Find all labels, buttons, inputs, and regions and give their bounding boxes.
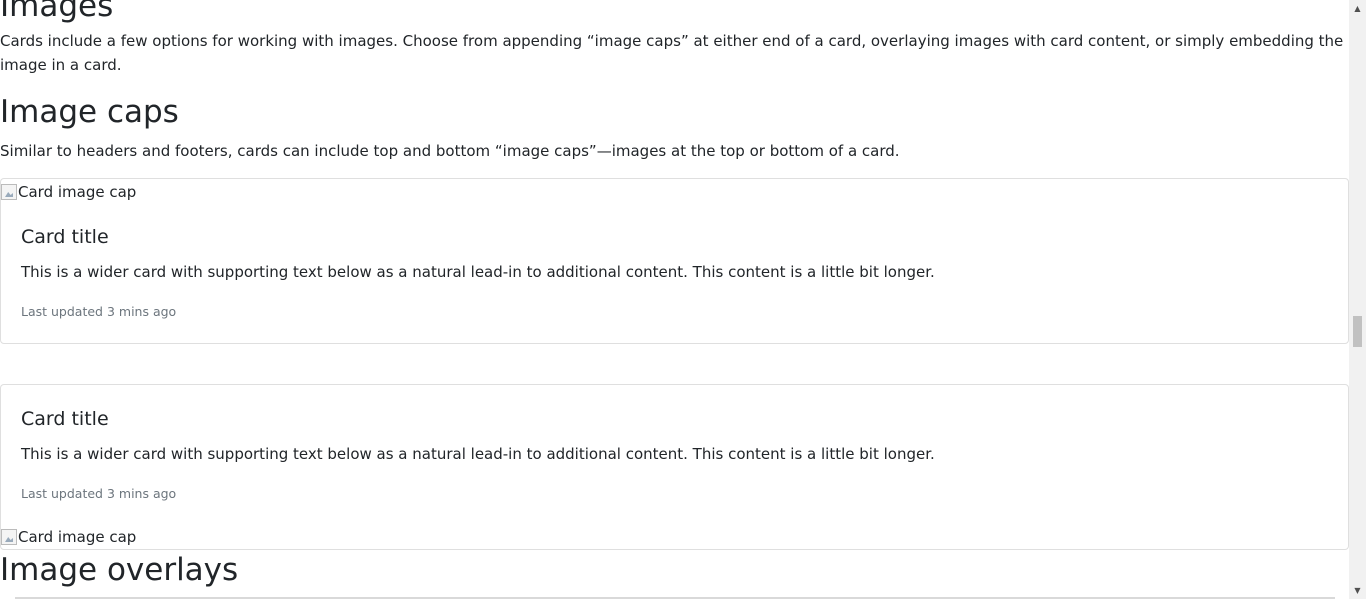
image-caps-heading: Image caps [0,94,179,130]
image-alt-text: Card image cap [18,183,137,201]
card-image-cap-bottom: Card image cap [1,527,136,547]
card-title: Card title [21,226,109,248]
card-text: This is a wider card with supporting tex… [21,263,935,281]
card-image-bottom: Card title This is a wider card with sup… [0,384,1349,550]
images-description: Cards include a few options for working … [0,32,1344,74]
scroll-down-icon[interactable]: ▼ [1349,582,1366,599]
card-title: Card title [21,408,109,430]
scroll-up-icon[interactable]: ▲ [1349,0,1366,17]
image-caps-description: Similar to headers and footers, cards ca… [0,142,900,160]
broken-image-icon [1,529,17,545]
images-heading: Images [0,0,114,24]
card-image-top: Card image cap Card title This is a wide… [0,178,1349,344]
image-overlays-heading: Image overlays [0,552,239,588]
card-last-updated: Last updated 3 mins ago [21,486,177,501]
scrollbar-thumb[interactable] [1353,316,1362,347]
card-text: This is a wider card with supporting tex… [21,445,935,463]
card-image-cap-top: Card image cap [1,182,136,202]
card-last-updated: Last updated 3 mins ago [21,304,177,319]
image-alt-text: Card image cap [18,528,137,546]
broken-image-icon [1,184,17,200]
vertical-scrollbar[interactable]: ▲ ▼ [1349,0,1366,599]
